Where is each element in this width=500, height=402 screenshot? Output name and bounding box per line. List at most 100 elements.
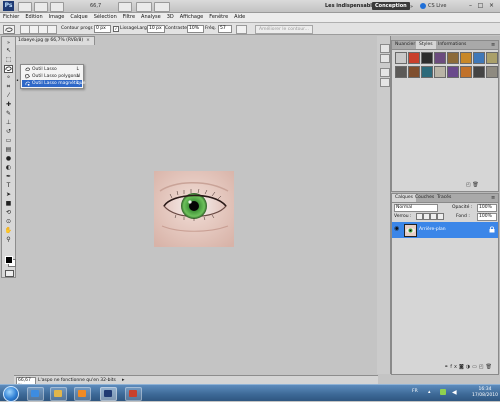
style-swatch[interactable] — [486, 52, 498, 64]
layer-row-background[interactable]: ◉ Arrière-plan — [392, 222, 498, 238]
intersect-selection-icon[interactable] — [47, 25, 57, 34]
taskbar-windows-explorer[interactable] — [50, 387, 67, 401]
menu-edition[interactable]: Edition — [22, 13, 45, 22]
healing-brush-tool-icon[interactable]: ✚ — [4, 101, 13, 109]
gradient-tool-icon[interactable]: ▤ — [4, 146, 13, 154]
crop-tool-icon[interactable]: ⌗ — [4, 83, 13, 91]
refine-edge-button[interactable]: Améliorer le contour... — [255, 25, 313, 34]
add-mask-icon[interactable]: ◙ — [459, 364, 466, 370]
tablet-pressure-icon[interactable] — [236, 25, 247, 34]
tab-styles[interactable]: Styles — [416, 41, 436, 49]
style-swatch[interactable] — [434, 52, 446, 64]
layer-style-icon[interactable]: fx — [450, 364, 459, 370]
dodge-tool-icon[interactable]: ◐ — [4, 164, 13, 172]
shape-tool-icon[interactable]: ■ — [4, 200, 13, 208]
tab-swatches[interactable]: Nuancier — [392, 41, 418, 49]
screen-mode-button[interactable] — [154, 2, 170, 12]
taskbar-paint[interactable] — [125, 387, 142, 401]
close-icon[interactable]: × — [487, 1, 496, 10]
lasso-tool-icon[interactable] — [4, 65, 13, 73]
history-brush-tool-icon[interactable]: ↺ — [4, 128, 13, 136]
clone-stamp-tool-icon[interactable]: ⊥ — [4, 119, 13, 127]
contrast-input[interactable]: 10% — [187, 25, 204, 33]
style-swatch[interactable] — [408, 52, 420, 64]
opacity-input[interactable]: 100% — [477, 204, 497, 212]
menu-affichage[interactable]: Affichage — [177, 13, 207, 22]
workspace-design[interactable]: Conception — [372, 2, 410, 10]
delete-style-icon[interactable]: 🗑 — [472, 182, 478, 188]
style-swatch[interactable] — [486, 66, 498, 78]
mini-bridge-button[interactable] — [34, 2, 48, 12]
move-tool-icon[interactable]: ↖ — [4, 47, 13, 55]
language-indicator[interactable]: FR — [412, 389, 418, 394]
fill-input[interactable]: 100% — [477, 213, 497, 221]
history-panel-icon[interactable] — [380, 44, 390, 53]
hand-tool-button[interactable] — [118, 2, 132, 12]
width-input[interactable]: 10 px — [147, 25, 165, 33]
paragraph-panel-icon[interactable] — [380, 78, 390, 87]
visibility-eye-icon[interactable]: ◉ — [394, 226, 400, 232]
menu-fenetre[interactable]: Fenêtre — [206, 13, 231, 22]
document-canvas[interactable] — [154, 171, 234, 247]
document-tab[interactable]: 1daeye.jpg @ 66,7% (RVB/8) × — [14, 36, 95, 45]
style-swatch[interactable] — [473, 52, 485, 64]
flyout-item-lasso[interactable]: Outil Lasso L — [22, 66, 82, 73]
workspace-chevron-icon[interactable]: » — [410, 4, 413, 10]
workspace-essentials[interactable]: Les indispensables — [325, 3, 378, 9]
actions-panel-icon[interactable] — [380, 54, 390, 63]
path-selection-tool-icon[interactable]: ➤ — [4, 191, 13, 199]
lock-transparency-icon[interactable] — [416, 213, 423, 220]
menu-aide[interactable]: Aide — [231, 13, 248, 22]
character-panel-icon[interactable] — [380, 68, 390, 77]
lock-position-icon[interactable] — [430, 213, 437, 220]
style-swatch[interactable] — [460, 66, 472, 78]
maximize-icon[interactable]: □ — [476, 1, 485, 10]
volume-icon[interactable]: ◀ — [452, 389, 457, 396]
hand-tool-icon[interactable]: ✋ — [4, 227, 13, 235]
new-group-icon[interactable]: ▭ — [472, 364, 479, 370]
style-swatch[interactable] — [434, 66, 446, 78]
new-style-icon[interactable]: ◰ — [466, 182, 471, 188]
3d-camera-tool-icon[interactable]: ⊙ — [4, 218, 13, 226]
new-layer-icon[interactable]: ◰ — [479, 364, 486, 370]
style-swatch[interactable] — [421, 52, 433, 64]
eraser-tool-icon[interactable]: ▭ — [4, 137, 13, 145]
eyedropper-tool-icon[interactable]: ⁄ — [4, 92, 13, 100]
cs-live-label[interactable]: CS Live — [428, 3, 446, 9]
minimize-icon[interactable]: – — [466, 1, 475, 10]
lock-pixels-icon[interactable] — [423, 213, 430, 220]
blur-tool-icon[interactable]: ● — [4, 155, 13, 163]
style-swatch[interactable] — [447, 52, 459, 64]
lock-all-icon[interactable] — [437, 213, 444, 220]
taskbar-media-player[interactable] — [74, 387, 91, 401]
taskbar-photoshop[interactable] — [100, 387, 117, 401]
pen-tool-icon[interactable]: ✒ — [4, 173, 13, 181]
style-swatch[interactable] — [395, 66, 407, 78]
status-menu-arrow-icon[interactable]: ▸ — [122, 377, 125, 383]
style-swatch[interactable] — [395, 52, 407, 64]
zoom-tool-icon[interactable]: ⚲ — [4, 236, 13, 244]
marquee-tool-icon[interactable]: ⬚ — [4, 56, 13, 64]
3d-rotate-tool-icon[interactable]: ⟲ — [4, 209, 13, 217]
taskbar-clock[interactable]: 16:34 17/08/2010 — [472, 387, 498, 399]
style-swatch[interactable] — [421, 66, 433, 78]
network-icon[interactable] — [440, 389, 446, 395]
delete-layer-icon[interactable]: 🗑 — [486, 364, 494, 370]
arrange-documents-button[interactable] — [136, 2, 152, 12]
layers-menu-icon[interactable]: ≡ — [491, 195, 495, 201]
menu-selection[interactable]: Sélection — [91, 13, 120, 22]
menu-filtre[interactable]: Filtre — [120, 13, 138, 22]
brush-tool-icon[interactable]: ✎ — [4, 110, 13, 118]
flyout-item-polygonal-lasso[interactable]: Outil Lasso polygonal L — [22, 73, 82, 80]
menu-fichier[interactable]: Fichier — [0, 13, 22, 22]
quick-selection-tool-icon[interactable]: ⚬ — [4, 74, 13, 82]
collapse-toolbox-icon[interactable]: » — [4, 39, 13, 47]
taskbar-internet-explorer[interactable] — [27, 387, 44, 401]
blend-mode-select[interactable]: Normal — [394, 204, 438, 212]
view-extras-button[interactable] — [50, 2, 64, 12]
flyout-item-magnetic-lasso[interactable]: Outil Lasso magnétique L — [22, 80, 85, 87]
quick-mask-icon[interactable] — [5, 270, 14, 277]
bridge-button[interactable] — [18, 2, 32, 12]
tab-info[interactable]: Informations — [435, 41, 469, 49]
menu-calque[interactable]: Calque — [67, 13, 90, 22]
